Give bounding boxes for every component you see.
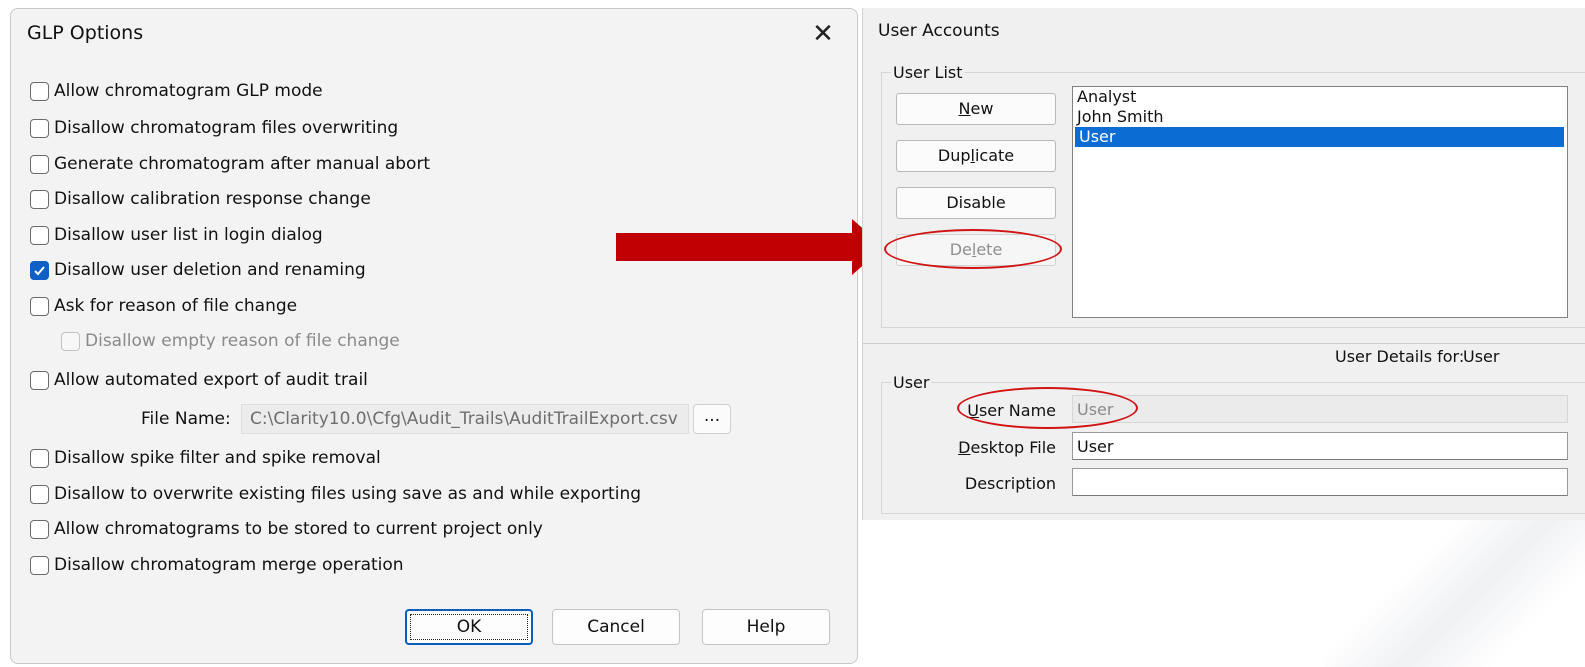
- option-label: Disallow user list in login dialog: [54, 225, 323, 245]
- user-details-label: User Details for:: [1335, 347, 1465, 366]
- user-list-legend: User List: [891, 63, 965, 82]
- browse-button[interactable]: ...: [693, 404, 731, 434]
- close-icon[interactable]: ✕: [809, 21, 837, 49]
- file-name-label: File Name:: [141, 409, 231, 429]
- checkbox[interactable]: [30, 296, 49, 316]
- window-title: User Accounts: [878, 21, 1000, 41]
- cancel-button[interactable]: Cancel: [552, 609, 680, 645]
- checkbox[interactable]: [30, 484, 49, 504]
- checkmark-icon: [34, 265, 45, 275]
- user-name-label: User Name: [967, 401, 1056, 420]
- desktop-file-label: Desktop File: [958, 438, 1056, 457]
- desktop-file-input[interactable]: [1072, 432, 1568, 460]
- user-accounts-window: User Accounts User List New Duplicate Di…: [862, 8, 1585, 520]
- option-disallow-overwrite-existing[interactable]: Disallow to overwrite existing files usi…: [30, 482, 641, 506]
- checkbox-checked[interactable]: [30, 260, 49, 280]
- section-divider: [863, 343, 1585, 344]
- option-disallow-empty-reason: Disallow empty reason of file change: [61, 329, 400, 353]
- option-ask-reason[interactable]: Ask for reason of file change: [30, 294, 297, 318]
- checkbox[interactable]: [30, 448, 49, 468]
- description-input[interactable]: [1072, 468, 1568, 496]
- disable-user-button[interactable]: Disable: [896, 187, 1056, 219]
- option-label: Allow chromatogram GLP mode: [54, 81, 323, 101]
- dialog-title: GLP Options: [27, 22, 144, 44]
- option-label: Disallow user deletion and renaming: [54, 260, 366, 280]
- option-label: Disallow chromatogram merge operation: [54, 555, 404, 575]
- option-generate-after-abort[interactable]: Generate chromatogram after manual abort: [30, 152, 430, 176]
- option-label: Generate chromatogram after manual abort: [54, 154, 431, 174]
- option-disallow-files-overwriting[interactable]: Disallow chromatogram files overwriting: [30, 116, 398, 140]
- file-name-input[interactable]: [241, 404, 689, 434]
- list-item[interactable]: John Smith: [1073, 107, 1567, 127]
- checkbox[interactable]: [30, 154, 49, 174]
- option-disallow-user-list[interactable]: Disallow user list in login dialog: [30, 223, 323, 247]
- option-label: Ask for reason of file change: [54, 296, 298, 316]
- new-user-button[interactable]: New: [896, 93, 1056, 125]
- option-disallow-spike-filter[interactable]: Disallow spike filter and spike removal: [30, 446, 381, 470]
- option-automated-export[interactable]: Allow automated export of audit trail: [30, 368, 368, 392]
- list-item-selected[interactable]: User: [1075, 127, 1564, 147]
- checkbox[interactable]: [30, 519, 49, 539]
- help-button[interactable]: Help: [702, 609, 830, 645]
- option-disallow-user-deletion[interactable]: Disallow user deletion and renaming: [30, 258, 366, 282]
- option-label: Disallow empty reason of file change: [85, 331, 400, 351]
- checkbox[interactable]: [30, 189, 49, 209]
- user-details-value: User: [1463, 347, 1500, 366]
- ok-button[interactable]: OK: [405, 609, 533, 645]
- option-disallow-merge[interactable]: Disallow chromatogram merge operation: [30, 553, 404, 577]
- checkbox[interactable]: [30, 370, 49, 390]
- list-item[interactable]: Analyst: [1073, 87, 1567, 107]
- option-label: Allow chromatograms to be stored to curr…: [54, 519, 543, 539]
- checkbox[interactable]: [30, 118, 49, 138]
- checkbox[interactable]: [30, 81, 49, 101]
- annotation-arrow-shaft: [616, 233, 854, 261]
- checkbox[interactable]: [30, 225, 49, 245]
- checkbox-disabled: [61, 331, 80, 351]
- user-name-input: [1072, 395, 1568, 423]
- option-label: Allow automated export of audit trail: [54, 370, 368, 390]
- option-label: Disallow to overwrite existing files usi…: [54, 484, 642, 504]
- duplicate-user-button[interactable]: Duplicate: [896, 140, 1056, 172]
- option-disallow-calibration-change[interactable]: Disallow calibration response change: [30, 187, 371, 211]
- delete-user-button: Delete: [896, 234, 1056, 266]
- user-listbox[interactable]: Analyst John Smith User: [1072, 86, 1568, 318]
- option-label: Disallow chromatogram files overwriting: [54, 118, 399, 138]
- checkbox[interactable]: [30, 555, 49, 575]
- option-label: Disallow spike filter and spike removal: [54, 448, 381, 468]
- user-group-legend: User: [891, 373, 932, 392]
- option-allow-glp-mode[interactable]: Allow chromatogram GLP mode: [30, 79, 323, 103]
- option-label: Disallow calibration response change: [54, 189, 371, 209]
- option-current-project-only[interactable]: Allow chromatograms to be stored to curr…: [30, 517, 543, 541]
- glp-options-dialog: GLP Options ✕ Allow chromatogram GLP mod…: [10, 8, 858, 664]
- description-label: Description: [964, 474, 1056, 493]
